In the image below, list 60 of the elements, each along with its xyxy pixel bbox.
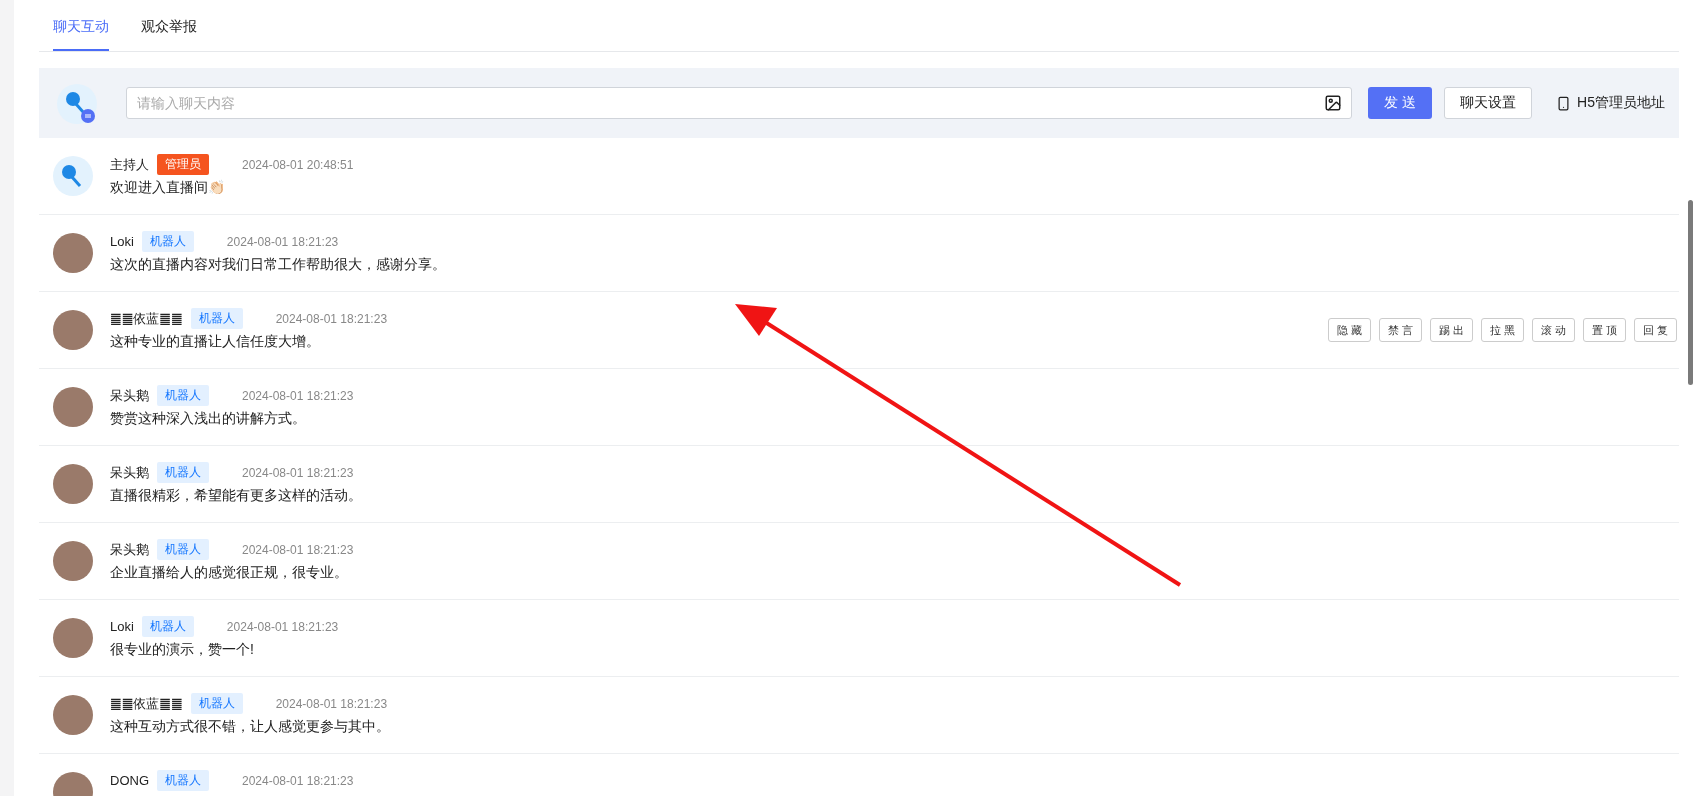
avatar-photo-placeholder <box>53 233 93 273</box>
action-button[interactable]: 禁 言 <box>1378 318 1422 342</box>
avatar-photo-placeholder <box>53 618 93 658</box>
send-button[interactable]: 发 送 <box>1368 87 1433 119</box>
tab[interactable]: 观众举报 <box>141 18 197 51</box>
user-name: 主持人 <box>110 155 149 174</box>
role-tag: 机器人 <box>157 539 209 560</box>
message-time: 2024-08-01 18:21:23 <box>275 696 388 711</box>
avatar-photo-placeholder <box>53 541 93 581</box>
user-name: Loki <box>110 234 134 249</box>
user-name: 呆头鹅 <box>110 463 149 482</box>
role-tag: 机器人 <box>157 385 209 406</box>
message-text: 这种专业的直播让人信任度大增。 <box>110 333 321 351</box>
message-time: 2024-08-01 18:21:23 <box>226 619 339 634</box>
avatar-photo-placeholder <box>53 387 93 427</box>
message-time: 2024-08-01 18:21:23 <box>242 465 354 480</box>
user-name: ䷀䷀依蓝䷀䷀ <box>110 309 183 328</box>
role-tag: 管理员 <box>157 154 209 175</box>
user-name: 呆头鹅 <box>110 386 149 405</box>
microphone-avatar-icon <box>53 156 93 196</box>
user-name: ䷀䷀依蓝䷀䷀ <box>110 694 183 713</box>
action-button[interactable]: 踢 出 <box>1429 318 1473 342</box>
role-tag: 机器人 <box>190 693 243 714</box>
role-tag: 机器人 <box>157 462 209 483</box>
role-tag: 机器人 <box>141 231 194 252</box>
role-tag: 机器人 <box>157 770 209 791</box>
message-time: 2024-08-01 18:21:23 <box>242 773 354 788</box>
tab[interactable]: 聊天互动 <box>53 18 109 51</box>
role-tag: 机器人 <box>141 616 194 637</box>
avatar-photo-placeholder <box>53 310 93 350</box>
message-time: 2024-08-01 18:21:23 <box>275 311 388 326</box>
scrollbar-thumb[interactable] <box>1688 200 1693 385</box>
message-text: 直播很精彩，希望能有更多这样的活动。 <box>110 487 363 505</box>
action-button[interactable]: 滚 动 <box>1531 318 1575 342</box>
role-tag: 机器人 <box>190 308 243 329</box>
avatar-photo-placeholder <box>53 695 93 735</box>
message-text: 这次的直播内容对我们日常工作帮助很大，感谢分享。 <box>110 256 447 274</box>
h5-admin-link[interactable]: H5管理员地址 <box>1556 94 1665 112</box>
message-text: 这种互动方式很不错，让人感觉更参与其中。 <box>110 718 391 736</box>
action-button[interactable]: 隐 藏 <box>1327 318 1371 342</box>
message-text: 企业直播给人的感觉很正规，很专业。 <box>110 564 349 582</box>
user-name: Loki <box>110 619 134 634</box>
message-time: 2024-08-01 18:21:23 <box>242 388 354 403</box>
image-icon[interactable] <box>1324 94 1343 112</box>
phone-icon <box>1556 95 1572 111</box>
user-name: DONG <box>110 773 149 788</box>
avatar-photo-placeholder <box>53 464 93 504</box>
message-time: 2024-08-01 20:48:51 <box>242 157 354 172</box>
chat-input-field[interactable]: 请输入聊天内容 <box>126 87 1353 119</box>
message-time: 2024-08-01 18:21:23 <box>226 234 339 249</box>
microphone-avatar-icon <box>57 84 97 124</box>
action-button[interactable]: 回 复 <box>1633 318 1677 342</box>
message-text: 很专业的演示，赞一个! <box>110 641 255 659</box>
chat-settings-button[interactable]: 聊天设置 <box>1444 87 1533 119</box>
message-text: 欢迎进入直播间👏🏻 <box>110 179 226 197</box>
message-time: 2024-08-01 18:21:23 <box>242 542 354 557</box>
message-text: 赞赏这种深入浅出的讲解方式。 <box>110 410 307 428</box>
action-button[interactable]: 拉 黑 <box>1480 318 1524 342</box>
user-name: 呆头鹅 <box>110 540 149 559</box>
action-button[interactable]: 置 顶 <box>1582 318 1626 342</box>
